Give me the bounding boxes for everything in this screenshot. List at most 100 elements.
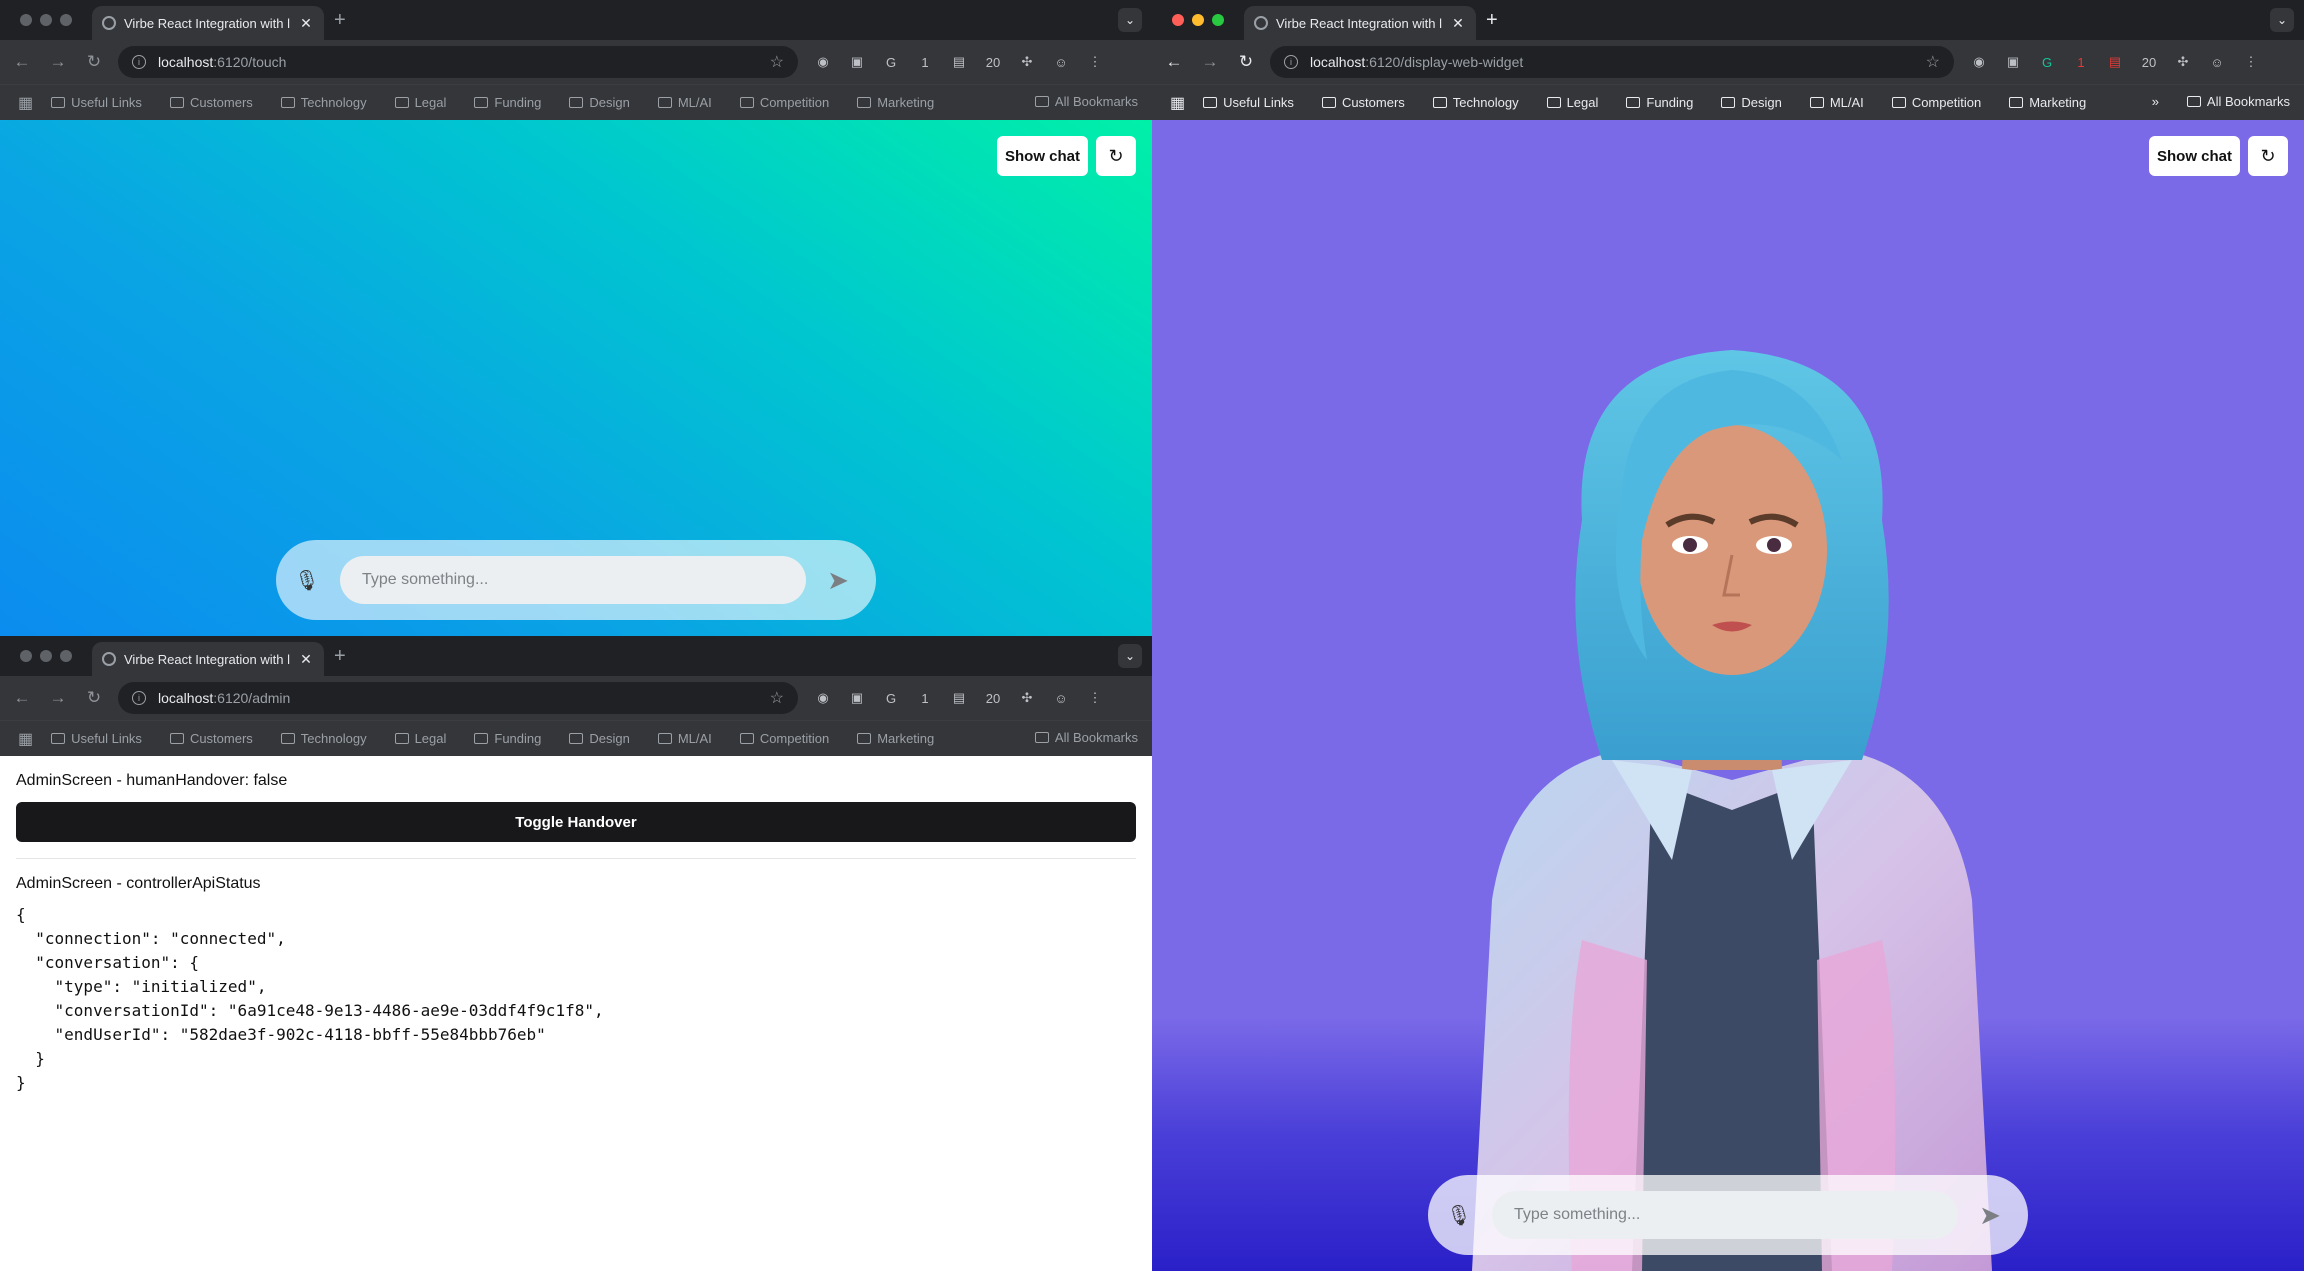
microphone-icon[interactable]: 🎙 [294, 568, 320, 593]
new-tab-button[interactable]: + [1486, 9, 1498, 32]
grammarly-icon[interactable]: G [2036, 51, 2058, 73]
close-tab-icon[interactable]: ✕ [298, 15, 314, 32]
chat-input[interactable] [1492, 1191, 1958, 1239]
bookmark-folder[interactable]: Customers [169, 95, 253, 110]
bookmark-folder[interactable]: Marketing [857, 731, 934, 746]
site-info-icon[interactable]: i [132, 55, 146, 69]
grammarly-icon[interactable]: G [880, 51, 902, 73]
bookmark-star-icon[interactable]: ☆ [770, 688, 784, 708]
bookmark-folder[interactable]: Customers [169, 731, 253, 746]
twenty-extension-icon[interactable]: 20 [982, 687, 1004, 709]
forward-icon[interactable]: → [40, 52, 76, 72]
camera-extension-icon[interactable]: ◉ [1968, 51, 1990, 73]
bookmark-folder[interactable]: Design [1721, 95, 1782, 110]
puzzle-extensions-icon[interactable]: ✣ [2172, 51, 2194, 73]
bookmark-folder[interactable]: Customers [1321, 95, 1405, 110]
apps-grid-icon[interactable]: ▦ [1170, 93, 1185, 113]
all-bookmarks[interactable]: All Bookmarks [1034, 730, 1138, 745]
bookmark-folder[interactable]: Funding [474, 731, 541, 746]
bookmark-folder[interactable]: Marketing [2009, 95, 2086, 110]
kebab-menu-icon[interactable]: ⋮ [1084, 51, 1106, 73]
bookmark-folder[interactable]: ML/AI [657, 95, 712, 110]
extension-badge-icon[interactable]: 1 [2070, 51, 2092, 73]
bookmark-folder[interactable]: Funding [474, 95, 541, 110]
bookmark-folder[interactable]: Competition [1891, 95, 1981, 110]
bookmark-folder[interactable]: Legal [1546, 95, 1598, 110]
box-extension-icon[interactable]: ▣ [846, 51, 868, 73]
tab-search-button[interactable]: ⌄ [1118, 8, 1142, 32]
extension-badge-icon[interactable]: 1 [914, 687, 936, 709]
chat-input[interactable] [340, 556, 806, 604]
window-controls[interactable] [20, 650, 72, 662]
bookmark-folder[interactable]: Technology [280, 731, 367, 746]
bookmark-folder[interactable]: Marketing [857, 95, 934, 110]
refresh-button[interactable]: ↻ [1096, 136, 1136, 176]
bookmark-folder[interactable]: Design [569, 731, 630, 746]
all-bookmarks[interactable]: » All Bookmarks [2152, 94, 2290, 109]
all-bookmarks[interactable]: All Bookmarks [1034, 94, 1138, 109]
profile-avatar-icon[interactable]: ☺ [1050, 687, 1072, 709]
close-tab-icon[interactable]: ✕ [1450, 15, 1466, 32]
close-tab-icon[interactable]: ✕ [298, 651, 314, 668]
bookmark-folder[interactable]: ML/AI [657, 731, 712, 746]
box-extension-icon[interactable]: ▣ [2002, 51, 2024, 73]
apps-grid-icon[interactable]: ▦ [18, 729, 33, 749]
back-icon[interactable]: ← [1156, 52, 1192, 72]
address-bar[interactable]: i localhost:6120/admin ☆ [118, 682, 798, 714]
profile-avatar-icon[interactable]: ☺ [2206, 51, 2228, 73]
bookmark-folder[interactable]: Legal [394, 731, 446, 746]
back-icon[interactable]: ← [4, 52, 40, 72]
extension-badge-icon[interactable]: 1 [914, 51, 936, 73]
refresh-button[interactable]: ↻ [2248, 136, 2288, 176]
tab-search-button[interactable]: ⌄ [1118, 644, 1142, 668]
reload-icon[interactable]: ↻ [1228, 52, 1264, 72]
twenty-extension-icon[interactable]: 20 [982, 51, 1004, 73]
reload-icon[interactable]: ↻ [76, 688, 112, 708]
bookmark-folder[interactable]: ML/AI [1809, 95, 1864, 110]
browser-tab[interactable]: Virbe React Integration with l ✕ [92, 6, 324, 40]
send-icon[interactable]: ➤ [1970, 1200, 2010, 1231]
new-tab-button[interactable]: + [334, 9, 346, 32]
site-info-icon[interactable]: i [132, 691, 146, 705]
panel-extension-icon[interactable]: ▤ [948, 51, 970, 73]
camera-extension-icon[interactable]: ◉ [812, 51, 834, 73]
bookmark-folder[interactable]: Useful Links [51, 95, 142, 110]
panel-extension-icon[interactable]: ▤ [948, 687, 970, 709]
bookmark-folder[interactable]: Legal [394, 95, 446, 110]
reload-icon[interactable]: ↻ [76, 52, 112, 72]
site-info-icon[interactable]: i [1284, 55, 1298, 69]
toggle-handover-button[interactable]: Toggle Handover [16, 802, 1136, 842]
bookmark-folder[interactable]: Competition [739, 95, 829, 110]
apps-grid-icon[interactable]: ▦ [18, 93, 33, 113]
forward-icon[interactable]: → [40, 688, 76, 708]
browser-tab[interactable]: Virbe React Integration with l ✕ [92, 642, 324, 676]
puzzle-extensions-icon[interactable]: ✣ [1016, 51, 1038, 73]
new-tab-button[interactable]: + [334, 645, 346, 668]
camera-extension-icon[interactable]: ◉ [812, 687, 834, 709]
microphone-icon[interactable]: 🎙 [1446, 1203, 1472, 1228]
bookmark-folder[interactable]: Technology [1432, 95, 1519, 110]
address-bar[interactable]: i localhost:6120/display-web-widget ☆ [1270, 46, 1954, 78]
grammarly-icon[interactable]: G [880, 687, 902, 709]
back-icon[interactable]: ← [4, 688, 40, 708]
bookmark-folder[interactable]: Competition [739, 731, 829, 746]
forward-icon[interactable]: → [1192, 52, 1228, 72]
show-chat-button[interactable]: Show chat [996, 136, 1088, 176]
show-chat-button[interactable]: Show chat [2148, 136, 2240, 176]
bookmark-folder[interactable]: Design [569, 95, 630, 110]
browser-tab[interactable]: Virbe React Integration with l ✕ [1244, 6, 1476, 40]
bookmark-folder[interactable]: Funding [1626, 95, 1693, 110]
address-bar[interactable]: i localhost:6120/touch ☆ [118, 46, 798, 78]
bookmark-folder[interactable]: Useful Links [51, 731, 142, 746]
bookmark-folder[interactable]: Useful Links [1203, 95, 1294, 110]
bookmark-star-icon[interactable]: ☆ [1926, 52, 1940, 72]
box-extension-icon[interactable]: ▣ [846, 687, 868, 709]
window-controls[interactable] [1172, 14, 1224, 26]
twenty-extension-icon[interactable]: 20 [2138, 51, 2160, 73]
bookmark-folder[interactable]: Technology [280, 95, 367, 110]
profile-avatar-icon[interactable]: ☺ [1050, 51, 1072, 73]
puzzle-extensions-icon[interactable]: ✣ [1016, 687, 1038, 709]
kebab-menu-icon[interactable]: ⋮ [1084, 687, 1106, 709]
more-chevron-icon[interactable]: » [2152, 94, 2159, 109]
panel-extension-icon[interactable]: ▤ [2104, 51, 2126, 73]
